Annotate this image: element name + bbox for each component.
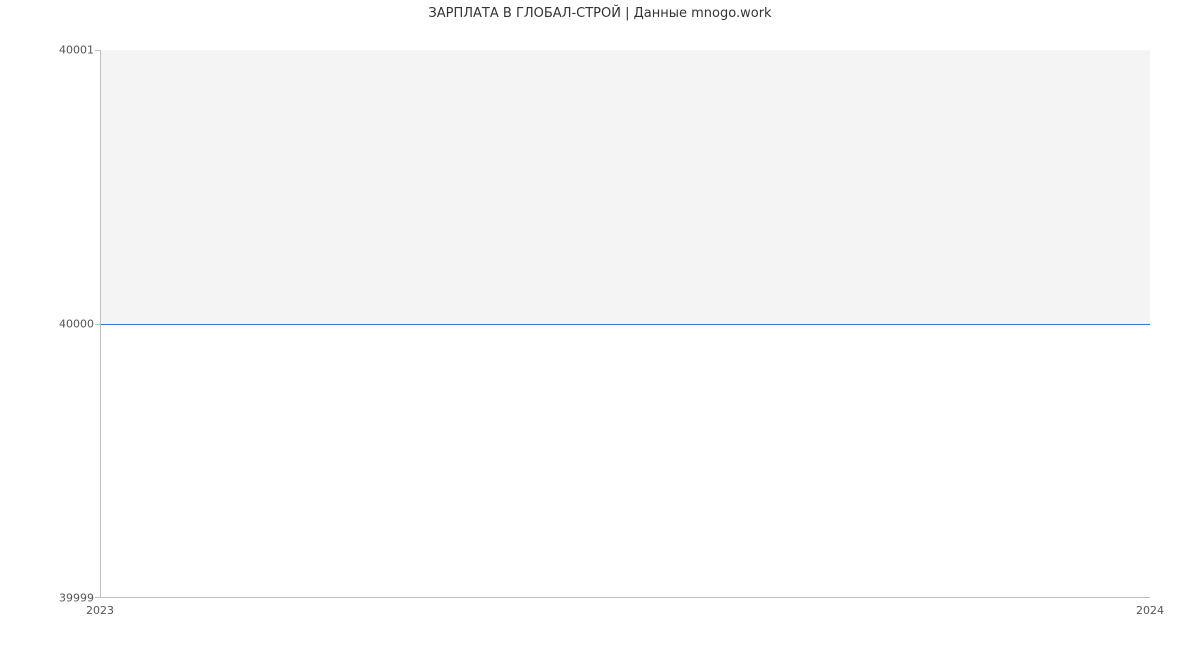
plot-fill-upper <box>101 50 1150 324</box>
y-tick-label: 39999 <box>4 592 94 605</box>
series-line-salary <box>101 324 1150 325</box>
x-tick-label: 2023 <box>86 604 114 617</box>
plot-area <box>100 50 1150 598</box>
salary-chart: ЗАРПЛАТА В ГЛОБАЛ-СТРОЙ | Данные mnogo.w… <box>0 0 1200 650</box>
chart-title: ЗАРПЛАТА В ГЛОБАЛ-СТРОЙ | Данные mnogo.w… <box>0 6 1200 21</box>
y-tick-label: 40000 <box>4 318 94 331</box>
x-tick-label: 2024 <box>1136 604 1164 617</box>
y-tick-label: 40001 <box>4 44 94 57</box>
